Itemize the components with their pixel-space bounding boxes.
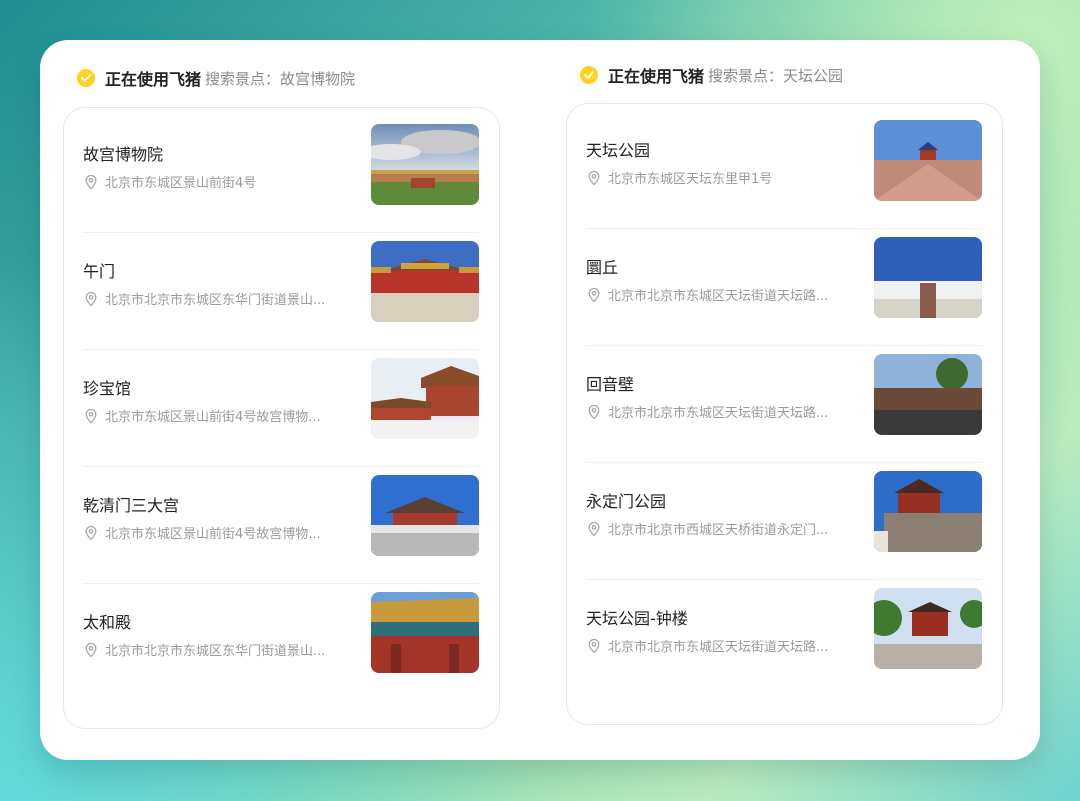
address-text: 北京市北京市东城区东华门街道景山...	[105, 293, 326, 308]
search-query-label: 搜索景点：	[205, 69, 281, 88]
list-item[interactable]: 回音壁 北京市北京市东城区天坛街道天坛路...	[586, 346, 982, 463]
place-name: 回音壁	[586, 375, 635, 394]
search-header: 正在使用飞猪 搜索景点： 故宫博物院	[77, 64, 355, 92]
place-name: 永定门公园	[586, 492, 667, 511]
place-name: 故宫博物院	[83, 145, 164, 164]
address-text: 北京市北京市西城区天桥街道永定门...	[608, 523, 829, 538]
echo-wall-photo	[874, 354, 982, 435]
search-query: 故宫博物院	[280, 69, 356, 88]
place-address: 北京市北京市东城区天坛街道天坛路...	[586, 285, 851, 304]
list-item[interactable]: 乾清门三大宫 北京市东城区景山前街4号故宫博物...	[83, 467, 479, 584]
address-text: 北京市东城区景山前街4号故宫博物...	[105, 410, 321, 425]
using-app-label: 正在使用飞猪	[608, 67, 705, 86]
search-header: 正在使用飞猪 搜索景点： 天坛公园	[580, 61, 843, 89]
place-name: 午门	[83, 262, 116, 281]
place-address: 北京市东城区景山前街4号故宫博物...	[83, 523, 348, 542]
search-query: 天坛公园	[783, 66, 844, 85]
taihe-hall-photo	[371, 592, 479, 673]
circular-mound-photo	[874, 237, 982, 318]
place-name: 天坛公园	[586, 141, 651, 160]
meridian-gate-photo	[371, 241, 479, 322]
content-card: 正在使用飞猪 搜索景点： 故宫博物院 故宫博物院 北京市东城区景山前街4号 午门	[40, 40, 1040, 760]
location-pin-icon	[588, 638, 600, 653]
list-item[interactable]: 圜丘 北京市北京市东城区天坛街道天坛路...	[586, 229, 982, 346]
list-item[interactable]: 珍宝馆 北京市东城区景山前街4号故宫博物...	[83, 350, 479, 467]
list-item[interactable]: 天坛公园-钟楼 北京市北京市东城区天坛街道天坛路...	[586, 580, 982, 697]
list-item[interactable]: 太和殿 北京市北京市东城区东华门街道景山...	[83, 584, 479, 701]
address-text: 北京市北京市东城区天坛街道天坛路...	[608, 640, 829, 655]
list-item[interactable]: 故宫博物院 北京市东城区景山前街4号	[83, 116, 479, 233]
location-pin-icon	[588, 404, 600, 419]
location-pin-icon	[85, 642, 97, 657]
results-list: 故宫博物院 北京市东城区景山前街4号 午门 北京市北京市东城区东华门街道景山..…	[63, 107, 500, 729]
location-pin-icon	[85, 408, 97, 423]
place-name: 乾清门三大宫	[83, 496, 180, 515]
list-item[interactable]: 午门 北京市北京市东城区东华门街道景山...	[83, 233, 479, 350]
yongding-gate-photo	[874, 471, 982, 552]
address-text: 北京市东城区景山前街4号	[105, 176, 257, 191]
location-pin-icon	[588, 287, 600, 302]
temple-of-heaven-photo	[874, 120, 982, 201]
place-address: 北京市北京市东城区天坛街道天坛路...	[586, 636, 851, 655]
palace-panorama-photo	[371, 124, 479, 205]
address-text: 北京市北京市东城区东华门街道景山...	[105, 644, 326, 659]
place-address: 北京市东城区景山前街4号故宫博物...	[83, 406, 348, 425]
bell-tower-photo	[874, 588, 982, 669]
address-text: 北京市东城区景山前街4号故宫博物...	[105, 527, 321, 542]
place-name: 圜丘	[586, 258, 619, 277]
qianqing-gate-photo	[371, 475, 479, 556]
location-pin-icon	[588, 521, 600, 536]
place-address: 北京市北京市西城区天桥街道永定门...	[586, 519, 851, 538]
place-name: 天坛公园-钟楼	[586, 609, 688, 628]
list-item[interactable]: 永定门公园 北京市北京市西城区天桥街道永定门...	[586, 463, 982, 580]
location-pin-icon	[85, 291, 97, 306]
place-name: 太和殿	[83, 613, 132, 632]
address-text: 北京市北京市东城区天坛街道天坛路...	[608, 406, 829, 421]
fliggy-logo-icon	[580, 66, 598, 84]
place-address: 北京市北京市东城区天坛街道天坛路...	[586, 402, 851, 421]
location-pin-icon	[588, 170, 600, 185]
address-text: 北京市东城区天坛东里甲1号	[608, 172, 773, 187]
using-app-label: 正在使用飞猪	[105, 70, 202, 89]
treasure-hall-photo	[371, 358, 479, 439]
results-list: 天坛公园 北京市东城区天坛东里甲1号 圜丘 北京市北京市东城区天坛街道天坛路..…	[566, 103, 1003, 725]
location-pin-icon	[85, 174, 97, 189]
place-name: 珍宝馆	[83, 379, 132, 398]
place-address: 北京市北京市东城区东华门街道景山...	[83, 289, 348, 308]
place-address: 北京市东城区景山前街4号	[83, 172, 348, 191]
location-pin-icon	[85, 525, 97, 540]
place-address: 北京市东城区天坛东里甲1号	[586, 168, 851, 187]
search-query-label: 搜索景点：	[708, 66, 784, 85]
address-text: 北京市北京市东城区天坛街道天坛路...	[608, 289, 829, 304]
list-item[interactable]: 天坛公园 北京市东城区天坛东里甲1号	[586, 112, 982, 229]
fliggy-logo-icon	[77, 69, 95, 87]
place-address: 北京市北京市东城区东华门街道景山...	[83, 640, 348, 659]
